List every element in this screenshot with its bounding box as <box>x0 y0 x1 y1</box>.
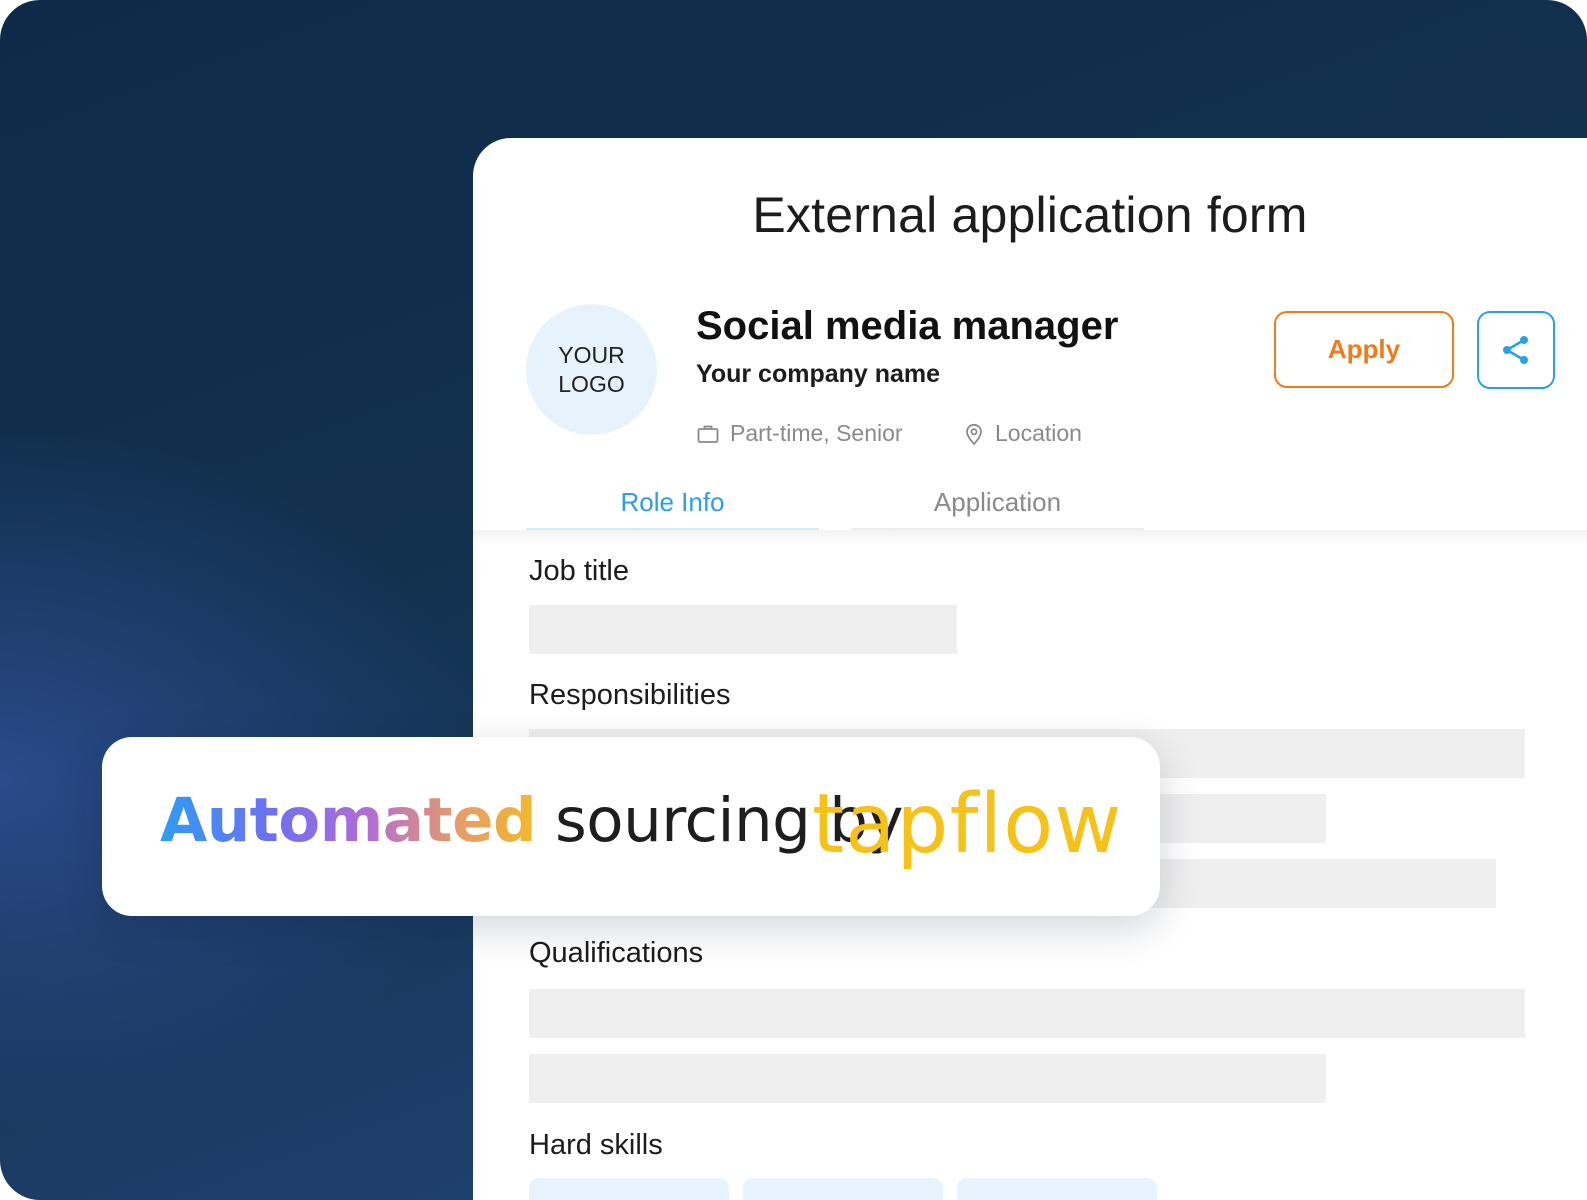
job-title-label: Job title <box>529 555 629 587</box>
qualifications-placeholder-bar <box>529 989 1525 1038</box>
responsibilities-label: Responsibilities <box>529 679 731 711</box>
job-title-placeholder-bar <box>529 605 957 654</box>
tab-application[interactable]: Application <box>851 476 1144 530</box>
skill-chip <box>743 1178 943 1200</box>
qualifications-label: Qualifications <box>529 937 704 969</box>
map-pin-icon <box>966 423 982 445</box>
share-button[interactable] <box>1477 311 1555 389</box>
skill-chip <box>957 1178 1157 1200</box>
qualifications-placeholder-bar <box>529 1054 1326 1103</box>
hard-skills-label: Hard skills <box>529 1129 663 1161</box>
briefcase-icon <box>697 425 719 443</box>
company-logo-placeholder: YOUR LOGO <box>526 304 657 435</box>
job-location-text: Location <box>995 420 1082 446</box>
skill-chip <box>529 1178 729 1200</box>
form-title: External application form <box>752 187 1308 243</box>
application-form-card: External application form YOUR LOGO Soci… <box>473 138 1587 1200</box>
employment-type-text: Part-time, Senior <box>730 420 903 446</box>
job-location: Location <box>963 420 1082 447</box>
tapflow-logo: tapflow <box>812 777 1123 872</box>
apply-button[interactable]: Apply <box>1274 311 1454 388</box>
banner-tagline: Automated sourcing by <box>160 785 904 856</box>
employment-type: Part-time, Senior <box>696 420 903 447</box>
share-icon <box>1503 336 1528 364</box>
company-name: Your company name <box>696 360 941 388</box>
tab-role-info[interactable]: Role Info <box>526 476 819 530</box>
promo-banner: Automated sourcing by tapflow <box>102 737 1160 916</box>
tabs-divider <box>473 530 1587 546</box>
banner-highlight-word: Automated <box>160 785 537 856</box>
job-title-heading: Social media manager <box>696 304 1119 348</box>
